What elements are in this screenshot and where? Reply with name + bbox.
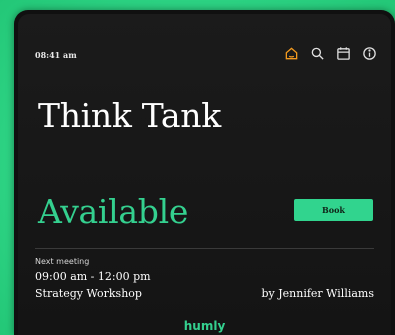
room-display-screen: 08:41 am Think Tank Available Book Next … (18, 14, 391, 335)
room-name: Think Tank (38, 96, 221, 135)
home-icon[interactable] (278, 44, 304, 62)
next-meeting-label: Next meeting (35, 257, 90, 266)
calendar-icon[interactable] (330, 44, 356, 62)
room-display-device: 08:41 am Think Tank Available Book Next … (14, 10, 395, 335)
clock: 08:41 am (35, 50, 77, 60)
room-status: Available (38, 192, 189, 231)
info-icon[interactable] (356, 44, 382, 62)
book-button[interactable]: Book (294, 199, 373, 221)
next-meeting-title: Strategy Workshop (35, 287, 142, 300)
humly-logo: humly (183, 319, 226, 333)
toolbar (278, 44, 382, 62)
divider (35, 248, 374, 249)
next-meeting-time: 09:00 am - 12:00 pm (35, 270, 151, 283)
search-icon[interactable] (304, 44, 330, 62)
next-meeting-organizer: by Jennifer Williams (261, 287, 374, 300)
